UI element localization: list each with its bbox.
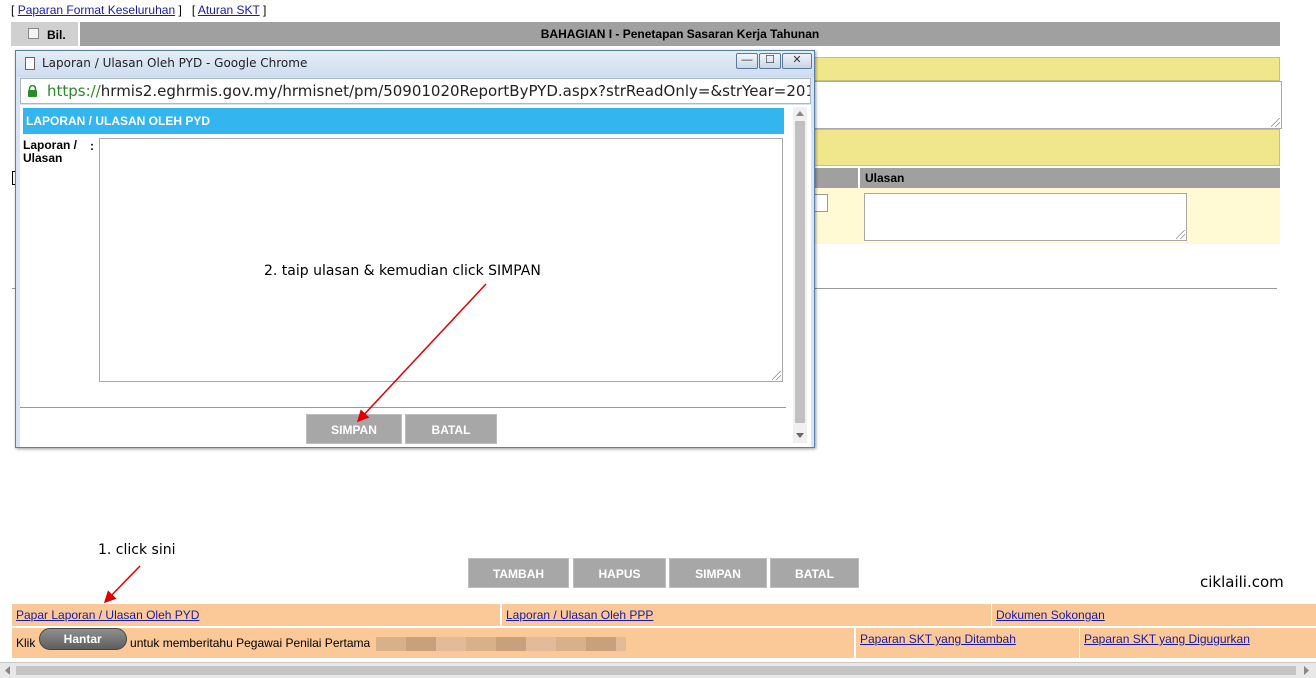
footer-cell: Dokumen Sokongan (992, 604, 1316, 626)
skt-ditambah-link[interactable]: Paparan SKT yang Ditambah (860, 632, 1016, 646)
arrow-to-papar-link (103, 565, 141, 604)
redacted-name (375, 636, 626, 651)
footer-cell: Klik Hantar untuk memberitahu Pegawai Pe… (12, 628, 854, 658)
laporan-ppp-link[interactable]: Laporan / Ulasan Oleh PPP (506, 608, 653, 622)
footer-cell: Papar Laporan / Ulasan Oleh PYD (12, 604, 500, 626)
tambah-button[interactable]: TAMBAH (468, 558, 569, 588)
bracket: [ (191, 3, 196, 17)
maximize-icon: ☐ (765, 54, 775, 66)
bracket: [ (11, 3, 15, 17)
dokumen-sokongan-link[interactable]: Dokumen Sokongan (996, 608, 1105, 622)
table-row (812, 188, 1280, 244)
footer-cell: Laporan / Ulasan Oleh PPP (502, 604, 991, 626)
klik-label: Klik (16, 636, 36, 650)
annotation-step1: 1. click sini (98, 542, 176, 558)
maximize-button[interactable]: ☐ (759, 53, 781, 69)
batal-button[interactable]: BATAL (770, 558, 859, 588)
yellow-row-top (812, 57, 1280, 81)
top-links: [ Paparan Format Keseluruhan ] [ Aturan … (11, 3, 266, 17)
close-icon: ✕ (792, 54, 802, 66)
field-label: Laporan / Ulasan (23, 139, 77, 165)
hapus-button[interactable]: HAPUS (573, 558, 666, 588)
popup-batal-button[interactable]: BATAL (405, 414, 497, 444)
row-field[interactable] (814, 194, 828, 212)
yellow-row-bottom (812, 129, 1280, 166)
bracket: ] (178, 3, 182, 17)
scroll-left-icon[interactable] (4, 666, 10, 675)
skt-digugurkan-link[interactable]: Paparan SKT yang Digugurkan (1084, 632, 1250, 646)
spacer (11, 46, 17, 48)
watermark: ciklaili.com (1200, 573, 1284, 591)
url-protocol: https:// (47, 82, 101, 100)
document-icon (25, 57, 35, 70)
aturan-skt-link[interactable]: Aturan SKT (198, 3, 260, 17)
select-all-checkbox[interactable] (28, 28, 39, 39)
footer-cell: Paparan SKT yang Ditambah (856, 628, 1079, 658)
section-title: BAHAGIAN I - Penetapan Sasaran Kerja Tah… (540, 27, 820, 41)
close-button[interactable]: ✕ (782, 53, 812, 69)
simpan-button[interactable]: SIMPAN (669, 558, 767, 588)
hantar-button[interactable]: Hantar (38, 628, 127, 650)
annotation-step2: 2. taip ulasan & kemudian click SIMPAN (264, 263, 541, 279)
table-header-blank (812, 168, 858, 188)
footer-action-row: Klik Hantar untuk memberitahu Pegawai Pe… (12, 628, 1316, 658)
page-horizontal-scrollbar[interactable] (0, 662, 1316, 678)
popup-simpan-button[interactable]: SIMPAN (306, 414, 402, 444)
popup-section-title: LAPORAN / ULASAN OLEH PYD (23, 108, 784, 134)
minimize-button[interactable]: — (736, 53, 758, 69)
papar-laporan-pyd-link[interactable]: Papar Laporan / Ulasan Oleh PYD (16, 608, 199, 622)
url-text: https://hrmis2.eghrmis.gov.my/hrmisnet/p… (47, 79, 811, 103)
paparan-format-link[interactable]: Paparan Format Keseluruhan (18, 3, 175, 17)
url-path: hrmis2.eghrmis.gov.my/hrmisnet/pm/509010… (100, 82, 811, 100)
ulasan-column-header: Ulasan (860, 168, 1280, 188)
resize-grip-icon (772, 371, 781, 380)
scroll-up-icon[interactable] (796, 110, 804, 116)
bil-label: Bil. (47, 28, 66, 42)
popup-titlebar[interactable]: Laporan / Ulasan Oleh PYD - Google Chrom… (16, 51, 814, 77)
scrollbar-thumb[interactable] (795, 121, 805, 423)
scroll-right-icon[interactable] (1304, 666, 1310, 675)
background-textarea[interactable] (812, 81, 1282, 129)
divider (20, 407, 786, 408)
footer-cell: Paparan SKT yang Digugurkan (1080, 628, 1316, 658)
lock-icon (28, 85, 37, 97)
notify-text: untuk memberitahu Pegawai Penilai Pertam… (130, 636, 371, 650)
minimize-icon: — (741, 54, 753, 66)
address-bar[interactable]: https://hrmis2.eghrmis.gov.my/hrmisnet/p… (20, 78, 811, 104)
field-label-line2: Ulasan (23, 151, 63, 165)
laporan-textarea[interactable] (99, 138, 783, 382)
footer-links-row: Papar Laporan / Ulasan Oleh PYD Laporan … (12, 604, 1316, 626)
popup-scrollbar[interactable] (793, 107, 807, 443)
ulasan-textarea[interactable] (864, 193, 1187, 241)
scroll-down-icon[interactable] (796, 433, 804, 439)
scrollbar-thumb[interactable] (16, 666, 1296, 675)
bil-column-header: Bil. (11, 22, 80, 46)
resize-grip-icon (1271, 118, 1280, 127)
section-header: Bil. BAHAGIAN I - Penetapan Sasaran Kerj… (11, 22, 1280, 46)
resize-grip-icon (1176, 230, 1185, 239)
field-colon: : (90, 139, 94, 153)
popup-window: Laporan / Ulasan Oleh PYD - Google Chrom… (15, 50, 815, 448)
popup-title: Laporan / Ulasan Oleh PYD - Google Chrom… (42, 56, 308, 70)
bracket: ] (263, 3, 267, 17)
